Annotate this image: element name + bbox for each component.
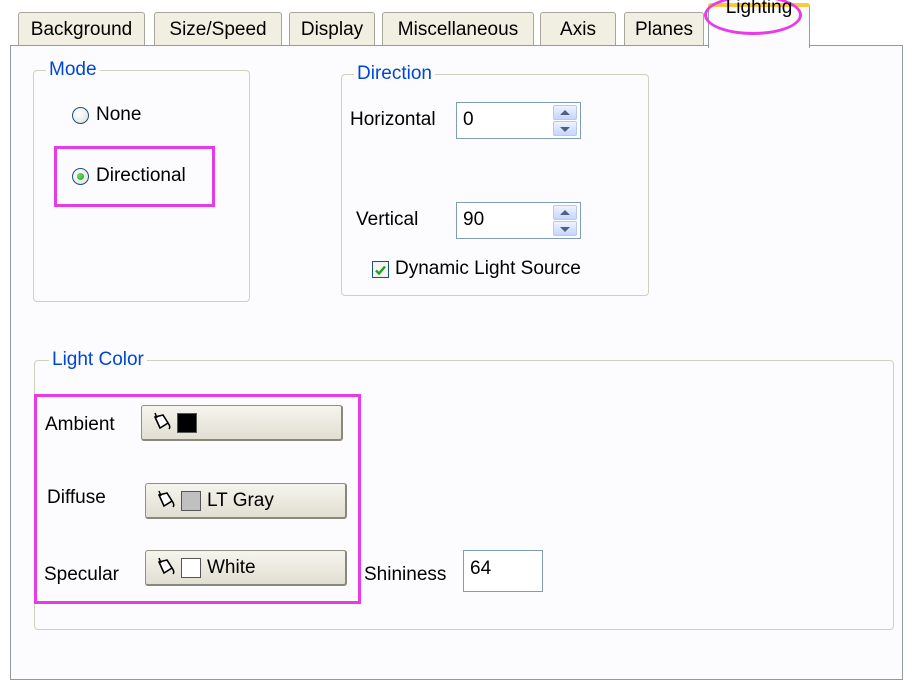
- light-color-group-title: Light Color: [49, 349, 147, 371]
- tab-label: Axis: [560, 19, 596, 40]
- tab-label: Planes: [634, 19, 694, 40]
- radio-directional[interactable]: Directional: [72, 165, 186, 187]
- specular-color-name: White: [207, 556, 256, 578]
- spin-down-button[interactable]: [553, 221, 577, 236]
- ambient-color-button[interactable]: [141, 405, 343, 441]
- diffuse-color-swatch: [181, 490, 201, 511]
- radio-none[interactable]: None: [72, 104, 141, 126]
- tab-axis[interactable]: Axis: [540, 12, 616, 46]
- direction-group-title: Direction: [354, 63, 435, 85]
- diffuse-label: Diffuse: [47, 487, 106, 508]
- diffuse-color-name: LT Gray: [207, 489, 274, 511]
- tab-label: Display: [300, 19, 364, 40]
- vertical-label: Vertical: [356, 209, 419, 230]
- tab-label: Lighting: [725, 0, 793, 18]
- arrow-up-icon: [560, 109, 570, 115]
- tab-label: Size/Speed: [169, 19, 267, 40]
- tab-planes[interactable]: Planes: [624, 12, 704, 46]
- spin-up-button[interactable]: [553, 105, 577, 120]
- paint-bucket-icon: [153, 412, 171, 430]
- tab-label: Miscellaneous: [397, 19, 519, 40]
- shininess-input[interactable]: 64: [463, 550, 543, 592]
- arrow-up-icon: [560, 209, 570, 215]
- horizontal-spinner[interactable]: 0: [456, 102, 581, 139]
- tab-size-speed[interactable]: Size/Speed: [154, 12, 282, 46]
- specular-color-swatch: [181, 557, 201, 578]
- spin-buttons: [553, 205, 577, 236]
- tab-miscellaneous[interactable]: Miscellaneous: [382, 12, 534, 46]
- shininess-value: 64: [470, 558, 492, 579]
- radio-selected-dot: [77, 172, 84, 180]
- horizontal-label: Horizontal: [350, 109, 436, 130]
- arrow-down-icon: [560, 126, 570, 132]
- diffuse-color-button[interactable]: LT Gray: [145, 483, 347, 519]
- vertical-value: 90: [463, 209, 485, 230]
- tab-label: Background: [30, 19, 133, 40]
- paint-bucket-icon: [157, 490, 175, 508]
- dynamic-light-source-checkbox[interactable]: Dynamic Light Source: [372, 258, 581, 280]
- tab-display[interactable]: Display: [289, 12, 375, 46]
- spin-down-button[interactable]: [553, 121, 577, 136]
- spin-up-button[interactable]: [553, 205, 577, 220]
- mode-group-title: Mode: [46, 59, 100, 81]
- radio-circle: [72, 167, 89, 185]
- tab-lighting[interactable]: Lighting: [704, 0, 810, 48]
- vertical-spinner[interactable]: 90: [456, 202, 581, 239]
- shininess-label: Shininess: [364, 564, 447, 585]
- ambient-label: Ambient: [45, 414, 115, 435]
- radio-directional-label: Directional: [96, 165, 186, 186]
- paint-bucket-icon: [157, 557, 175, 575]
- checkbox-box: [372, 260, 389, 278]
- specular-label: Specular: [44, 564, 119, 585]
- ambient-color-swatch: [177, 412, 197, 433]
- dynamic-light-source-label: Dynamic Light Source: [395, 258, 581, 279]
- arrow-down-icon: [560, 226, 570, 232]
- radio-none-label: None: [96, 104, 142, 125]
- specular-color-button[interactable]: White: [145, 550, 347, 586]
- spin-buttons: [553, 105, 577, 136]
- checkmark-icon: [375, 265, 386, 275]
- horizontal-value: 0: [463, 109, 474, 130]
- tab-background[interactable]: Background: [18, 12, 145, 46]
- radio-circle: [72, 106, 89, 124]
